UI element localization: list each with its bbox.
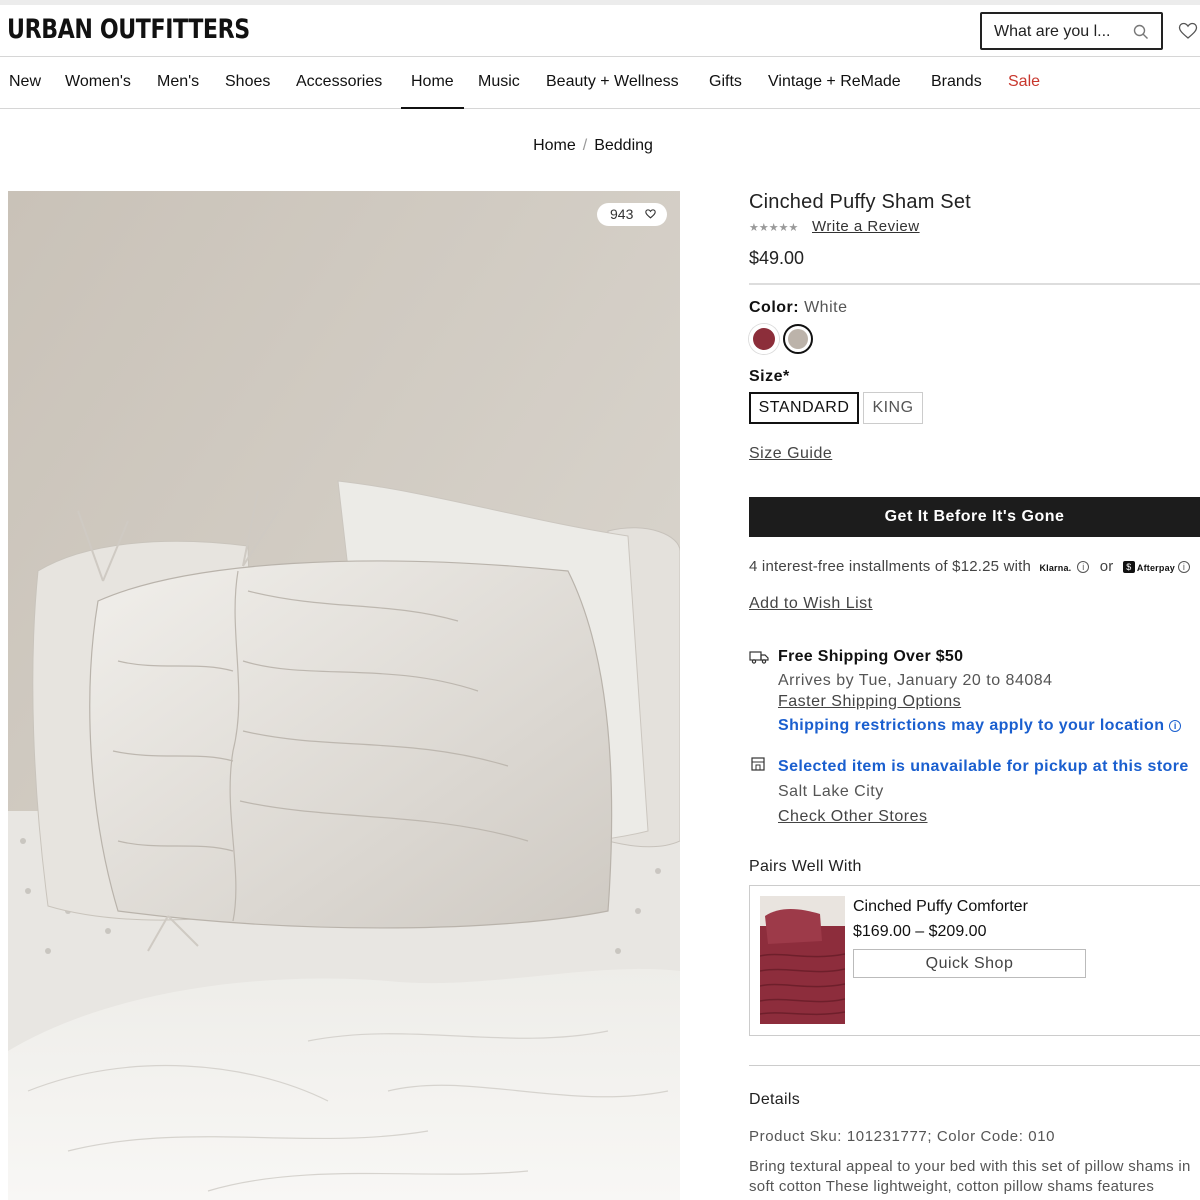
nav-item-brands[interactable]: Brands	[931, 73, 982, 91]
size-label: Size*	[749, 368, 790, 385]
color-swatch-red[interactable]	[749, 324, 779, 354]
nav-item-beauty-wellness[interactable]: Beauty + Wellness	[546, 73, 679, 91]
size-king-button[interactable]: KING	[863, 392, 923, 424]
afterpay-info-icon[interactable]: i	[1178, 561, 1190, 573]
product-image[interactable]: 943	[8, 191, 680, 1200]
like-count-badge[interactable]: 943	[597, 203, 667, 226]
swatch-white-dot	[788, 329, 808, 349]
color-label-value: White	[804, 299, 848, 316]
description-line: soft cotton These lightweight, cotton pi…	[749, 1178, 1155, 1195]
main-nav: New Women's Men's Shoes Accessories Home…	[0, 57, 1200, 109]
nav-item-shoes[interactable]: Shoes	[225, 73, 270, 91]
description-line: Bring textural appeal to your bed with t…	[749, 1158, 1191, 1175]
product-sku: Product Sku: 101231777; Color Code: 010	[749, 1128, 1056, 1145]
site-header: URBAN OUTFITTERS What are you l...	[0, 5, 1200, 57]
like-count: 943	[610, 206, 634, 222]
nav-item-sale[interactable]: Sale	[1008, 73, 1040, 91]
pillow-photo	[8, 191, 680, 1200]
nav-item-vintage-remade[interactable]: Vintage + ReMade	[768, 73, 901, 91]
pairs-product-card[interactable]: Cinched Puffy Comforter $169.00 – $209.0…	[749, 885, 1200, 1036]
breadcrumb-bedding[interactable]: Bedding	[594, 137, 653, 154]
details-title: Details	[749, 1091, 801, 1108]
check-other-stores-link[interactable]: Check Other Stores	[778, 808, 928, 826]
write-review-link[interactable]: Write a Review	[812, 218, 920, 235]
quick-shop-button[interactable]: Quick Shop	[853, 949, 1086, 978]
size-standard-button[interactable]: STANDARD	[749, 392, 859, 424]
product-price: $49.00	[749, 248, 805, 268]
nav-item-new[interactable]: New	[9, 73, 41, 91]
add-to-wishlist-link[interactable]: Add to Wish List	[749, 595, 873, 613]
nav-item-womens[interactable]: Women's	[65, 73, 131, 91]
installments-info: 4 interest-free installments of $12.25 w…	[749, 558, 1190, 575]
shipping-restrictions-text: Shipping restrictions may apply to your …	[778, 717, 1165, 734]
divider	[749, 283, 1200, 285]
breadcrumb-separator: /	[582, 137, 588, 154]
truck-icon	[749, 651, 769, 664]
add-to-cart-button[interactable]: Get It Before It's Gone	[749, 497, 1200, 537]
breadcrumb: Home / Bedding	[0, 137, 1200, 155]
comforter-thumbnail[interactable]	[760, 896, 845, 1024]
arrival-estimate: Arrives by Tue, January 20 to 84084	[778, 672, 1053, 689]
restrictions-info-icon[interactable]: i	[1169, 720, 1182, 732]
search-placeholder: What are you l...	[994, 23, 1111, 40]
store-city: Salt Lake City	[778, 783, 884, 800]
breadcrumb-home[interactable]: Home	[533, 137, 576, 154]
afterpay-badge-icon: $	[1122, 561, 1135, 573]
search-icon[interactable]	[1132, 23, 1150, 41]
pickup-unavailable-text: Selected item is unavailable for pickup …	[778, 758, 1189, 775]
klarna-logo[interactable]: Klarna.	[1039, 563, 1071, 573]
shipping-restrictions-link[interactable]: Shipping restrictions may apply to your …	[778, 717, 1182, 735]
klarna-info-icon[interactable]: i	[1077, 561, 1090, 573]
faster-shipping-link[interactable]: Faster Shipping Options	[778, 693, 961, 711]
free-shipping-title: Free Shipping Over $50	[778, 648, 964, 665]
wishlist-heart-icon[interactable]	[1178, 22, 1198, 40]
afterpay-logo[interactable]: Afterpay	[1137, 563, 1175, 573]
store-icon	[751, 757, 765, 771]
color-swatch-white[interactable]	[783, 324, 813, 354]
or-text: or	[1099, 558, 1114, 575]
pairs-product-price: $169.00 – $209.00	[853, 923, 987, 940]
nav-item-accessories[interactable]: Accessories	[296, 73, 382, 91]
nav-item-gifts[interactable]: Gifts	[709, 73, 742, 91]
product-title: Cinched Puffy Sham Set	[749, 191, 971, 213]
pairs-well-with-title: Pairs Well With	[749, 858, 862, 875]
search-input[interactable]: What are you l...	[980, 12, 1163, 50]
installments-text: 4 interest-free installments of $12.25 w…	[749, 558, 1032, 575]
pairs-product-name[interactable]: Cinched Puffy Comforter	[853, 898, 1028, 916]
size-guide-link[interactable]: Size Guide	[749, 445, 832, 463]
site-logo[interactable]: URBAN OUTFITTERS	[7, 14, 250, 45]
like-heart-icon	[645, 209, 656, 219]
product-description: Bring textural appeal to your bed with t…	[749, 1157, 1200, 1197]
swatch-red-dot	[753, 328, 775, 350]
nav-item-mens[interactable]: Men's	[157, 73, 199, 91]
nav-item-home[interactable]: Home	[401, 73, 464, 109]
color-label: Color: White	[749, 299, 847, 317]
nav-item-music[interactable]: Music	[478, 73, 520, 91]
rating-stars-icon: ★★★★★	[749, 222, 799, 234]
color-label-key: Color:	[749, 299, 800, 316]
divider	[749, 1065, 1200, 1066]
